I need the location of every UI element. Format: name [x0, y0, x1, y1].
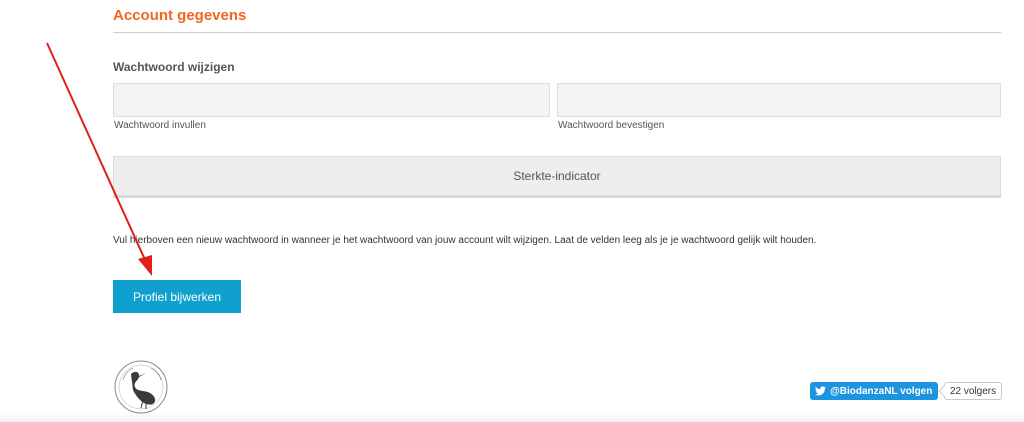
heron-logo-icon: [113, 360, 170, 414]
page-bottom-shadow: [0, 412, 1024, 422]
confirm-password-input[interactable]: [557, 83, 1001, 117]
password-change-heading: Wachtwoord wijzigen: [113, 60, 235, 74]
strength-indicator-text: Sterkte-indicator: [513, 169, 601, 183]
new-password-input[interactable]: [113, 83, 550, 117]
section-divider: [113, 32, 1001, 33]
confirm-password-label: Wachtwoord bevestigen: [558, 120, 665, 131]
twitter-follow-button[interactable]: @BiodanzaNL volgen: [810, 382, 939, 400]
update-profile-button[interactable]: Profiel bijwerken: [113, 280, 241, 313]
twitter-follow-label: @BiodanzaNL volgen: [830, 385, 933, 397]
section-title: Account gegevens: [113, 7, 247, 24]
new-password-label: Wachtwoord invullen: [114, 120, 206, 131]
twitter-follower-count[interactable]: 22 volgers: [944, 382, 1003, 400]
password-strength-indicator: Sterkte-indicator: [113, 156, 1001, 198]
password-hint-text: Vul hierboven een nieuw wachtwoord in wa…: [113, 235, 817, 246]
twitter-bird-icon: [815, 386, 826, 396]
